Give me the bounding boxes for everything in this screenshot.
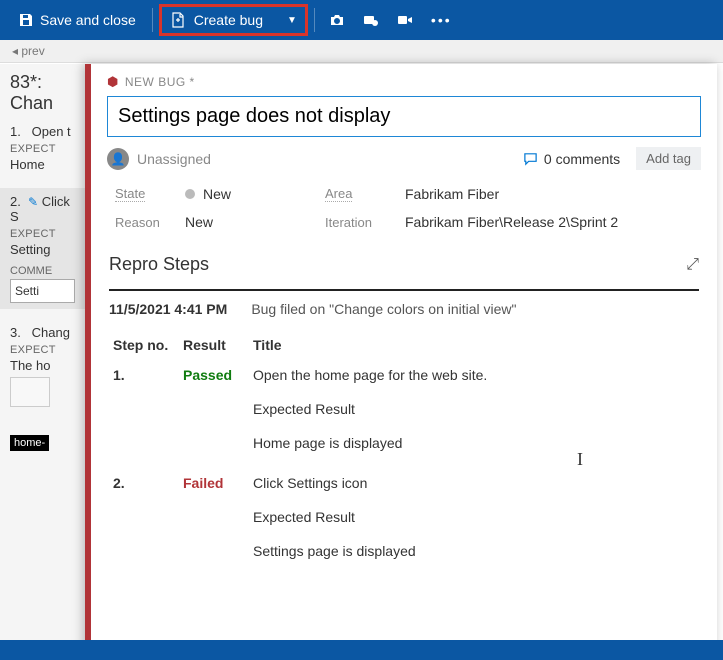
test-steps-sidebar: 83*: Chan 1. Open t EXPECT Home 2.✎ Clic… [0, 64, 85, 660]
create-bug-button[interactable]: Create bug ▼ [159, 4, 308, 36]
step-title-cell: Open the home page for the web site.Expe… [249, 359, 699, 467]
new-bug-panel: ⬢ NEW BUG * 👤 Unassigned 0 comments Add … [85, 64, 717, 654]
reason-value[interactable]: New [185, 214, 325, 230]
state-value[interactable]: New [185, 186, 325, 202]
person-icon: 👤 [107, 148, 129, 170]
col-title: Title [249, 331, 699, 359]
sidebar-step-3[interactable]: 3. Chang EXPECT The ho [10, 325, 75, 407]
repro-step-row: 1.PassedOpen the home page for the web s… [109, 359, 699, 467]
create-bug-label: Create bug [194, 12, 263, 28]
repro-steps-table: Step no. Result Title 1.PassedOpen the h… [109, 331, 699, 575]
add-tag-button[interactable]: Add tag [636, 147, 701, 170]
assignee-picker[interactable]: 👤 Unassigned [107, 148, 211, 170]
toolbar-divider [152, 8, 153, 32]
repro-steps-body: 11/5/2021 4:41 PM Bug filed on "Change c… [91, 285, 717, 591]
comment-icon [523, 151, 538, 166]
screenshot-button[interactable] [321, 4, 353, 36]
step-title-cell: Click Settings iconExpected ResultSettin… [249, 467, 699, 575]
save-icon [18, 12, 34, 28]
step-number: 1. [109, 359, 179, 467]
iteration-value[interactable]: Fabrikam Fiber\Release 2\Sprint 2 [405, 214, 693, 230]
state-label: State [115, 186, 145, 202]
video-button[interactable] [389, 4, 421, 36]
sidebar-step-2[interactable]: 2.✎ Click S EXPECT Setting COMME Setti [0, 188, 85, 309]
toolbar-divider [314, 8, 315, 32]
bug-title-input[interactable] [107, 96, 701, 137]
bug-icon: ⬢ [107, 74, 119, 90]
more-button[interactable]: ••• [423, 4, 460, 36]
sidebar-step-1[interactable]: 1. Open t EXPECT Home [10, 124, 75, 172]
col-result: Result [179, 331, 249, 359]
area-value[interactable]: Fabrikam Fiber [405, 186, 693, 202]
repro-timestamp: 11/5/2021 4:41 PM [109, 301, 227, 317]
prev-link[interactable]: ◂ prev [12, 44, 45, 58]
video-icon [397, 12, 413, 28]
divider [109, 289, 699, 291]
attachment-chip[interactable]: home- [10, 435, 49, 451]
col-stepno: Step no. [109, 331, 179, 359]
record-icon [363, 12, 379, 28]
edit-icon: ✎ [28, 195, 38, 209]
camera-icon [329, 12, 345, 28]
step-result: Failed [179, 467, 249, 575]
chevron-down-icon: ▼ [287, 15, 297, 26]
step-result: Passed [179, 359, 249, 467]
repro-filed-on: Bug filed on "Change colors on initial v… [251, 301, 516, 317]
area-label: Area [325, 186, 352, 202]
action-log-button[interactable] [355, 4, 387, 36]
step-number: 2. [109, 467, 179, 575]
new-doc-icon [170, 12, 186, 28]
repro-step-row: 2.FailedClick Settings iconExpected Resu… [109, 467, 699, 575]
expand-icon[interactable]: ⤢ [686, 256, 699, 274]
iteration-label: Iteration [325, 215, 405, 230]
work-item-type: ⬢ NEW BUG * [107, 74, 701, 90]
screenshot-thumbnail[interactable] [10, 377, 50, 407]
prev-nav-bar: ◂ prev [0, 40, 723, 63]
footer-bar [0, 640, 723, 660]
ellipsis-icon: ••• [431, 12, 452, 28]
reason-label: Reason [115, 215, 185, 230]
bug-fields-grid: State New Area Fabrikam Fiber Reason New… [91, 180, 717, 244]
comment-input[interactable]: Setti [10, 279, 75, 303]
comments-link[interactable]: 0 comments [523, 151, 620, 167]
state-dot-icon [185, 189, 195, 199]
top-toolbar: Save and close Create bug ▼ ••• [0, 0, 723, 40]
repro-steps-heading: Repro Steps [109, 254, 209, 275]
save-close-label: Save and close [40, 12, 136, 28]
save-close-button[interactable]: Save and close [8, 4, 146, 36]
text-cursor-icon: I [577, 449, 583, 470]
test-case-title: 83*: Chan [10, 72, 75, 114]
